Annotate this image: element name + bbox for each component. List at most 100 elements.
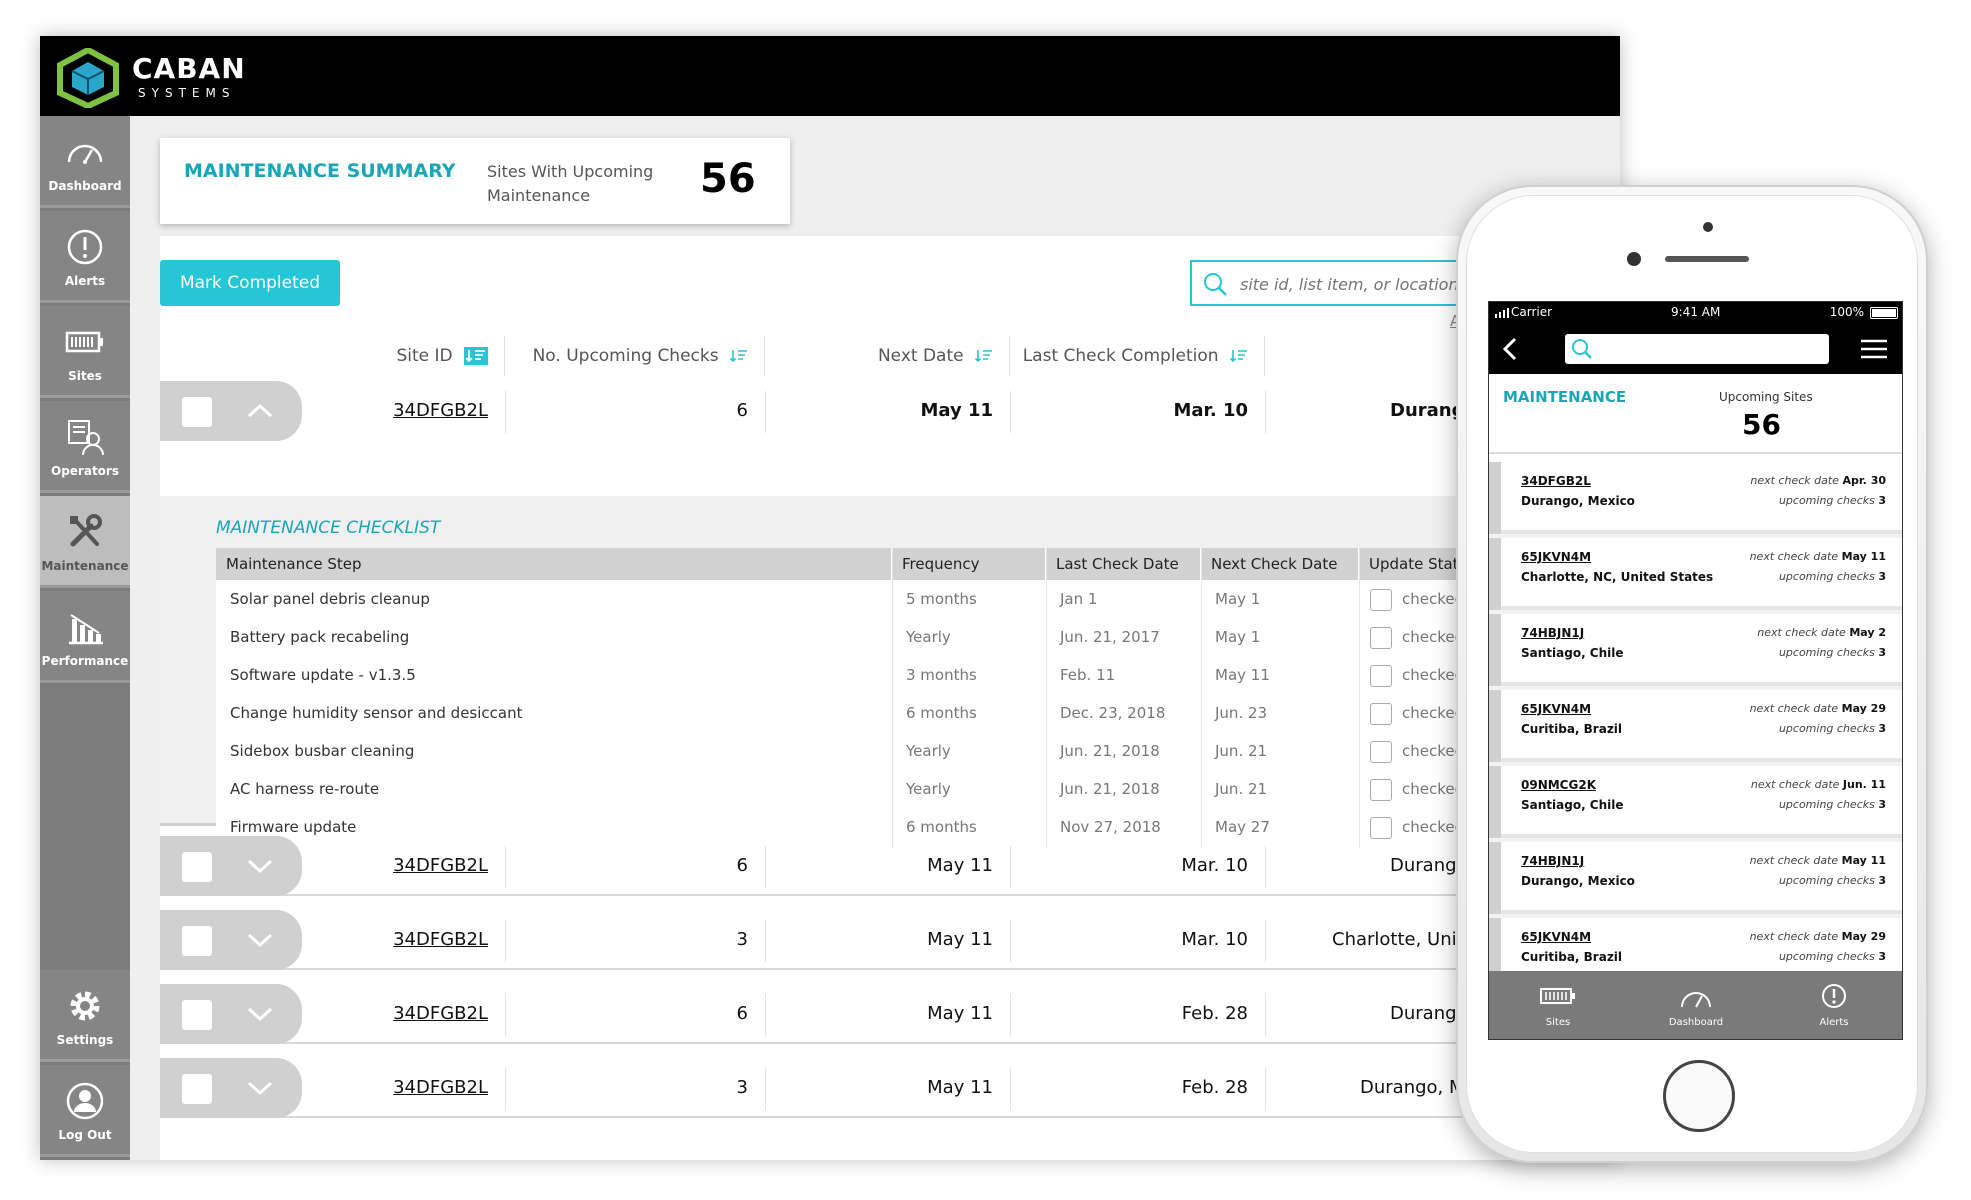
site-id-link[interactable]: 65JKVN4M bbox=[1521, 702, 1591, 716]
site-id-link[interactable]: 65JKVN4M bbox=[1521, 550, 1591, 564]
next-check-date: next check date May 11 bbox=[1750, 550, 1886, 563]
site-id-link[interactable]: 34DFGB2L bbox=[310, 381, 488, 441]
site-id-link[interactable]: 09NMCG2K bbox=[1521, 778, 1596, 792]
table-row[interactable]: 34DFGB2L 6 May 11 Mar. 10 Durang bbox=[160, 836, 1620, 896]
divider bbox=[1010, 846, 1011, 888]
list-item[interactable]: 74HBJN1J Durango, Mexico next check date… bbox=[1489, 842, 1902, 914]
hamburger-menu-icon[interactable] bbox=[1861, 338, 1887, 360]
site-id-link[interactable]: 34DFGB2L bbox=[310, 910, 488, 970]
chevron-down-icon[interactable] bbox=[246, 1004, 274, 1024]
carrier-label: Carrier bbox=[1511, 305, 1553, 319]
mobile-search-input[interactable] bbox=[1565, 334, 1829, 364]
list-item-marker bbox=[1489, 462, 1501, 534]
table-row[interactable]: 34DFGB2L 3 May 11 Feb. 28 Durango, M bbox=[160, 1058, 1620, 1118]
phone-device: Carrier 9:41 AM 100% MAINTENANCE Upcomin… bbox=[1456, 185, 1928, 1163]
checklist-next-check: Jun. 23 bbox=[1215, 704, 1268, 722]
checklist-next-check: May 1 bbox=[1215, 590, 1261, 608]
list-item[interactable]: 09NMCG2K Santiago, Chile next check date… bbox=[1489, 766, 1902, 838]
alert-circle-icon bbox=[1822, 984, 1846, 1008]
status-time: 9:41 AM bbox=[1671, 305, 1721, 319]
site-id-link[interactable]: 34DFGB2L bbox=[310, 1058, 488, 1118]
upcoming-checks: upcoming checks 3 bbox=[1779, 798, 1886, 811]
row-checkbox[interactable] bbox=[182, 1000, 212, 1030]
chevron-down-icon[interactable] bbox=[246, 930, 274, 950]
checklist-table: Maintenance Step Frequency Last Check Da… bbox=[216, 548, 1616, 848]
sidebar-item-alerts[interactable]: Alerts bbox=[40, 211, 130, 303]
sidebar-item-dashboard[interactable]: Dashboard bbox=[40, 116, 130, 208]
sidebar-item-label: Log Out bbox=[58, 1128, 112, 1142]
column-header-site-id[interactable]: Site ID bbox=[160, 336, 505, 376]
bar-chart-icon bbox=[69, 614, 103, 645]
divider bbox=[765, 846, 766, 888]
chevron-down-icon[interactable] bbox=[246, 1078, 274, 1098]
tab-alerts[interactable]: Alerts bbox=[1765, 971, 1902, 1039]
site-id-link[interactable]: 34DFGB2L bbox=[1521, 474, 1591, 488]
upcoming-checks: upcoming checks 3 bbox=[1779, 874, 1886, 887]
list-item[interactable]: 34DFGB2L Durango, Mexico next check date… bbox=[1489, 462, 1902, 534]
next-check-label: next check date bbox=[1750, 778, 1840, 791]
status-bar: Carrier 9:41 AM 100% bbox=[1489, 302, 1902, 324]
sidebar-item-logout[interactable]: Log Out bbox=[40, 1065, 130, 1157]
next-check-value: May 29 bbox=[1841, 702, 1886, 715]
checklist-next-check: May 1 bbox=[1215, 628, 1261, 646]
column-header-next-date[interactable]: Next Date bbox=[765, 336, 1010, 376]
site-id-link[interactable]: 65JKVN4M bbox=[1521, 930, 1591, 944]
next-check-date: next check date May 11 bbox=[1750, 854, 1886, 867]
site-id-link[interactable]: 34DFGB2L bbox=[310, 836, 488, 896]
row-checkbox[interactable] bbox=[182, 1074, 212, 1104]
signal-icon bbox=[1495, 308, 1509, 318]
sidebar-item-label: Performance bbox=[41, 654, 129, 668]
divider bbox=[765, 1068, 766, 1110]
chevron-up-icon[interactable] bbox=[246, 401, 274, 421]
upcoming-checks-label: upcoming checks bbox=[1778, 874, 1875, 887]
divider bbox=[1265, 920, 1266, 962]
tab-sites[interactable]: Sites bbox=[1489, 971, 1627, 1039]
sidebar-item-operators[interactable]: Operators bbox=[40, 401, 130, 493]
list-item[interactable]: 74HBJN1J Santiago, Chile next check date… bbox=[1489, 614, 1902, 686]
sidebar-item-sites[interactable]: Sites bbox=[40, 306, 130, 398]
table-row[interactable]: 34DFGB2L 6 May 11 Mar. 10 Durang bbox=[160, 381, 1620, 441]
battery-icon bbox=[65, 331, 103, 353]
gauge-icon bbox=[1681, 992, 1711, 1008]
list-item[interactable]: 65JKVN4M Charlotte, NC, United States ne… bbox=[1489, 538, 1902, 610]
sidebar-item-maintenance[interactable]: Maintenance bbox=[40, 496, 130, 588]
next-check-value: May 2 bbox=[1849, 626, 1886, 639]
tab-dashboard[interactable]: Dashboard bbox=[1627, 971, 1765, 1039]
row-checkbox[interactable] bbox=[182, 852, 212, 882]
next-check-value: May 11 bbox=[1841, 854, 1886, 867]
column-header-upcoming-checks[interactable]: No. Upcoming Checks bbox=[505, 336, 765, 376]
upcoming-checks-value: 6 bbox=[736, 400, 748, 421]
checklist-last-check: Jun. 21, 2018 bbox=[1060, 742, 1160, 760]
top-bar: CABAN SYSTEMS bbox=[40, 36, 1620, 116]
sidebar-item-settings[interactable]: Settings bbox=[40, 970, 130, 1062]
mark-completed-button[interactable]: Mark Completed bbox=[160, 260, 340, 306]
tab-label: Sites bbox=[1545, 1017, 1571, 1028]
table-row[interactable]: 34DFGB2L 3 May 11 Mar. 10 Charlotte, Uni bbox=[160, 910, 1620, 970]
list-item[interactable]: 65JKVN4M Curitiba, Brazil next check dat… bbox=[1489, 690, 1902, 762]
divider bbox=[505, 391, 506, 433]
upcoming-checks: upcoming checks 3 bbox=[1779, 646, 1886, 659]
next-check-value: Apr. 30 bbox=[1842, 474, 1886, 487]
list-item[interactable]: 65JKVN4M Curitiba, Brazil next check dat… bbox=[1489, 918, 1902, 971]
search-input[interactable] bbox=[1240, 270, 1468, 298]
site-id-link[interactable]: 74HBJN1J bbox=[1521, 626, 1584, 640]
row-checkbox[interactable] bbox=[182, 926, 212, 956]
column-header-last-check-completion[interactable]: Last Check Completion bbox=[1010, 336, 1265, 376]
sort-active-icon bbox=[464, 347, 488, 365]
chevron-down-icon[interactable] bbox=[246, 856, 274, 876]
next-date-value: May 11 bbox=[920, 400, 993, 421]
back-arrow-icon[interactable] bbox=[1499, 336, 1523, 362]
home-button[interactable] bbox=[1663, 1060, 1735, 1132]
divider bbox=[1010, 994, 1011, 1036]
mobile-header: MAINTENANCE Upcoming Sites 56 bbox=[1489, 374, 1902, 454]
list-item-marker bbox=[1489, 766, 1501, 838]
site-id-link[interactable]: 74HBJN1J bbox=[1521, 854, 1584, 868]
list-item-marker bbox=[1489, 538, 1501, 610]
table-row[interactable]: 34DFGB2L 6 May 11 Feb. 28 Durang bbox=[160, 984, 1620, 1044]
sidebar-item-performance[interactable]: Performance bbox=[40, 591, 130, 683]
row-checkbox[interactable] bbox=[182, 397, 212, 427]
upcoming-checks-value: 6 bbox=[736, 855, 748, 876]
divider bbox=[765, 994, 766, 1036]
site-id-link[interactable]: 34DFGB2L bbox=[310, 984, 488, 1044]
upcoming-checks-value: 3 bbox=[736, 929, 748, 950]
